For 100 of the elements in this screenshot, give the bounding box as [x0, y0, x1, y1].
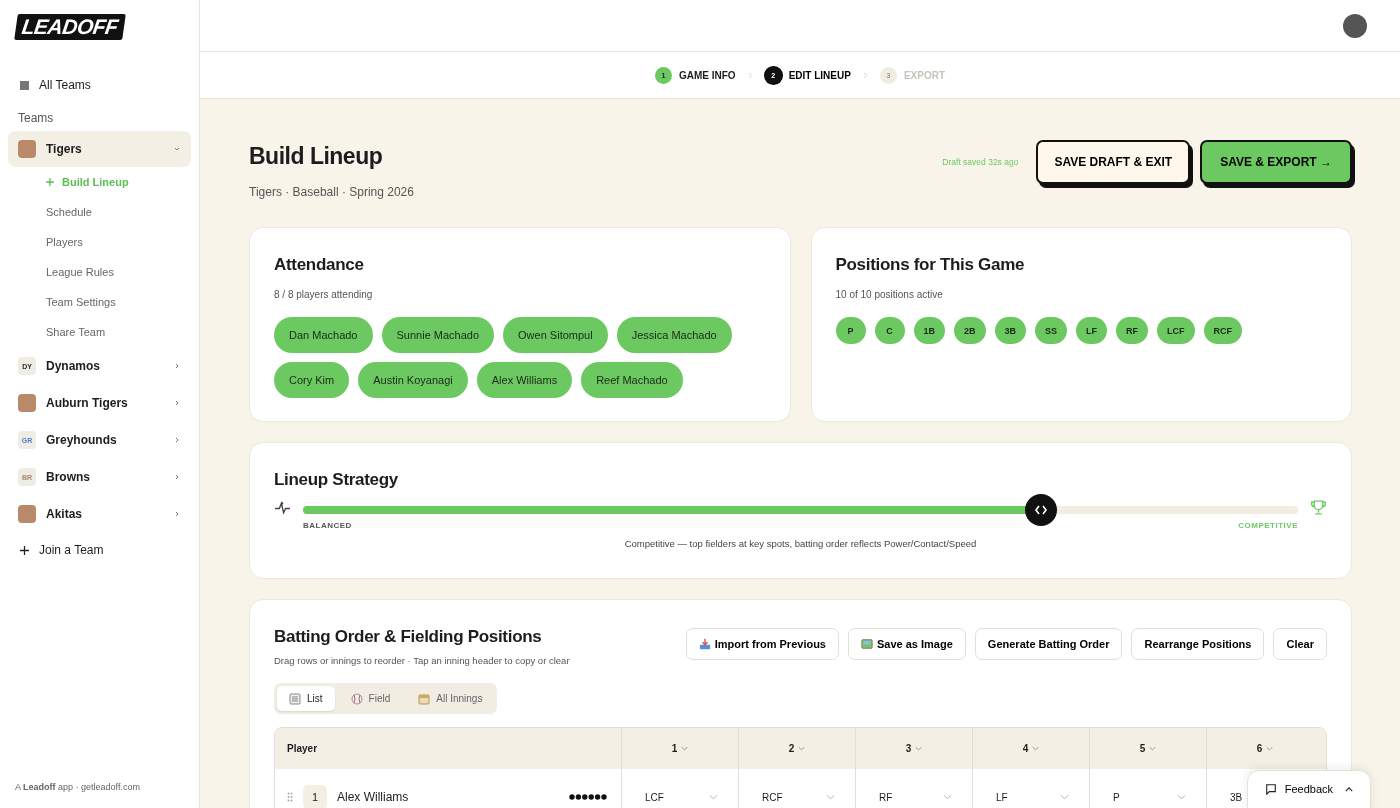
- team-name: Browns: [46, 470, 91, 484]
- team-subitem[interactable]: League Rules: [8, 257, 191, 287]
- position-chip[interactable]: 3B: [994, 317, 1027, 344]
- chevron-down-icon: [1149, 746, 1157, 751]
- feedback-menu[interactable]: Feedback: [1246, 770, 1371, 808]
- player-chip[interactable]: Jessica Machado: [616, 317, 732, 353]
- team-avatar-placeholder: [18, 140, 36, 158]
- grid-icon: [20, 80, 29, 90]
- batting-order-number: 1: [303, 785, 327, 808]
- positions-summary: 10 of 10 positions active: [835, 289, 944, 300]
- team-name: Auburn Tigers: [46, 396, 129, 410]
- attendance-summary: 8 / 8 players attending: [274, 289, 374, 300]
- join-team-link[interactable]: Join a Team: [8, 538, 191, 562]
- footer-text: A Leadoff app · getleadoff.com: [15, 782, 140, 792]
- position-chip[interactable]: 2B: [954, 317, 986, 344]
- team-subitem[interactable]: Players: [8, 227, 191, 257]
- plus-icon: [46, 178, 54, 186]
- strategy-slider[interactable]: [303, 494, 1298, 526]
- drag-handle-icon[interactable]: [287, 792, 293, 802]
- chevron-icon: [173, 362, 181, 370]
- team-name: Akitas: [46, 507, 84, 521]
- position-select[interactable]: LF: [972, 769, 1089, 808]
- team-name: Greyhounds: [46, 433, 118, 447]
- team-name: Tigers: [46, 142, 83, 156]
- strategy-description: Competitive — top fielders at key spots, batting order reflects Power/Contact/Speed: [623, 538, 978, 549]
- chevron-down-icon: [681, 746, 689, 751]
- position-chip[interactable]: RCF: [1203, 317, 1243, 344]
- team-avatar-placeholder: [18, 505, 36, 523]
- player-chip[interactable]: Sunnie Machado: [381, 317, 495, 353]
- position-chip[interactable]: RF: [1116, 317, 1149, 344]
- team-name: Dynamos: [46, 359, 102, 373]
- chevron-down-icon: [798, 746, 806, 751]
- action-button[interactable]: Save as Image: [848, 628, 966, 660]
- chevron-down-icon: [709, 794, 718, 800]
- player-chip[interactable]: Cory Kim: [274, 362, 350, 398]
- chat-icon: [1264, 783, 1277, 795]
- action-button[interactable]: Import from Previous: [685, 628, 839, 660]
- chevron-icon: [173, 436, 181, 444]
- user-avatar[interactable]: [1343, 13, 1367, 38]
- section-label: Teams: [17, 111, 55, 125]
- view-tab[interactable]: All Innings: [406, 686, 495, 711]
- team-avatar-placeholder: [18, 394, 36, 412]
- player-chip[interactable]: Austin Koyanagi: [358, 362, 468, 398]
- team-item[interactable]: Akitas: [8, 496, 191, 532]
- slider-max-label: COMPETITIVE: [1238, 521, 1298, 530]
- chevron-down-icon: [943, 794, 952, 800]
- position-chip[interactable]: 1B: [913, 317, 945, 344]
- action-button[interactable]: Generate Batting Order: [974, 628, 1123, 660]
- card-title: Positions for This Game: [835, 255, 1026, 275]
- baseball-icon: [350, 692, 363, 705]
- position-select[interactable]: RCF: [738, 769, 855, 808]
- player-chip[interactable]: Alex Williams: [476, 362, 573, 398]
- team-subitem[interactable]: Schedule: [8, 197, 191, 227]
- picture-icon: [861, 638, 873, 650]
- chevron-icon: [173, 473, 181, 481]
- view-tab[interactable]: Field: [338, 686, 403, 711]
- chevron-up-icon: [1345, 786, 1353, 792]
- chevron-down-icon: [915, 746, 923, 751]
- card-title: Batting Order & Fielding Positions: [274, 627, 543, 647]
- view-tab[interactable]: List: [277, 686, 335, 711]
- player-chip[interactable]: Reef Machado: [581, 362, 683, 398]
- chevron-down-icon: [1060, 794, 1069, 800]
- team-item[interactable]: Auburn Tigers: [8, 385, 191, 421]
- chevron-icon: [173, 399, 181, 407]
- chevron-down-icon: [826, 794, 835, 800]
- column-header: Player: [286, 742, 319, 756]
- position-select[interactable]: RF: [855, 769, 972, 808]
- page-title: Build Lineup: [249, 143, 384, 170]
- player-chip[interactable]: Dan Machado: [274, 317, 373, 353]
- player-chip[interactable]: Owen Sitompul: [503, 317, 608, 353]
- nav-item[interactable]: All Teams: [8, 73, 191, 97]
- action-button[interactable]: Clear: [1273, 628, 1327, 660]
- slider-min-label: BALANCED: [303, 521, 352, 530]
- trophy-icon: [1310, 499, 1327, 516]
- chevron-down-icon: [1266, 746, 1274, 751]
- page-subtitle: Tigers · Baseball · Spring 2026: [249, 185, 414, 199]
- position-chip[interactable]: LF: [1076, 317, 1108, 344]
- position-chip[interactable]: C: [874, 317, 905, 344]
- logo[interactable]: LEADOFF: [14, 14, 126, 40]
- team-subitem[interactable]: Team Settings: [8, 287, 191, 317]
- chevron-icon: [173, 510, 181, 518]
- position-select[interactable]: LCF: [621, 769, 738, 808]
- position-select[interactable]: P: [1089, 769, 1206, 808]
- team-subitem[interactable]: Share Team: [8, 317, 191, 347]
- position-chip[interactable]: P: [835, 317, 866, 344]
- pulse-icon: [274, 499, 291, 516]
- slider-thumb[interactable]: [1025, 494, 1058, 526]
- position-chip[interactable]: SS: [1035, 317, 1068, 344]
- card-title: Attendance: [274, 255, 365, 275]
- chevron-icon: [747, 71, 753, 79]
- batting-hint: Drag rows or innings to reorder · Tap an inning header to copy or clear: [274, 655, 570, 666]
- card-title: Lineup Strategy: [274, 470, 399, 490]
- calendar-icon: [418, 692, 431, 705]
- draft-status: Draft saved 32s ago: [942, 157, 1019, 167]
- team-item[interactable]: Tigers: [8, 131, 191, 167]
- plus-icon: [20, 545, 29, 555]
- list-icon: [289, 692, 301, 705]
- chevron-down-icon: [1177, 794, 1186, 800]
- position-chip[interactable]: LCF: [1157, 317, 1195, 344]
- action-button[interactable]: Rearrange Positions: [1131, 628, 1265, 660]
